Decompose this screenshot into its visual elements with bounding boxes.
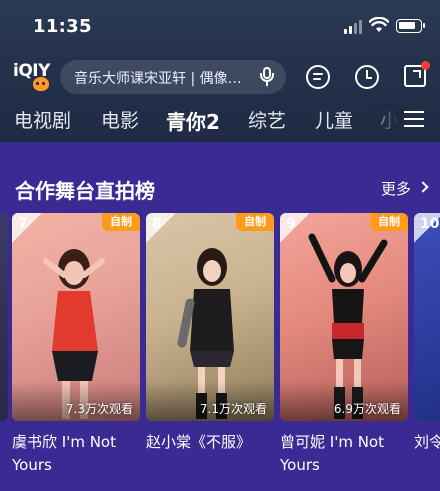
menu-icon[interactable] [404, 111, 424, 127]
notification-dot [421, 61, 430, 70]
chevron-right-icon[interactable] [417, 181, 429, 193]
rank-badge: 9 [280, 213, 310, 243]
search-bar[interactable]: 音乐大师课宋亚轩 | 偶像练习生 [60, 60, 286, 94]
microphone-icon[interactable] [260, 67, 274, 87]
video-thumbnail[interactable]: 8 自制 7.1万次观看 [146, 213, 274, 421]
section-title: 合作舞台直拍榜 [15, 179, 155, 203]
video-card-prev[interactable] [0, 213, 8, 483]
video-card[interactable]: 9 自制 6.9万次观看 曾可妮 I'm Not Yours [280, 213, 408, 483]
iqiyi-logo[interactable]: iQIY [13, 63, 50, 93]
video-title[interactable]: 刘令 [414, 431, 440, 454]
tab-variety[interactable]: 综艺 [248, 106, 286, 133]
video-thumbnail[interactable]: 9 自制 6.9万次观看 [280, 213, 408, 421]
channel-tabs: 电视剧 电影 青你2 综艺 儿童 小 [0, 104, 400, 138]
tab-tv-series[interactable]: 电视剧 [14, 106, 71, 133]
view-count: 7.1万次观看 [199, 402, 267, 416]
tab-movies[interactable]: 电影 [101, 106, 139, 133]
history-clock-icon[interactable] [355, 65, 379, 89]
video-title[interactable]: 曾可妮 I'm Not Yours [280, 431, 408, 477]
original-tag: 自制 [102, 213, 140, 231]
status-bar: 11:35 [0, 0, 440, 50]
search-placeholder: 音乐大师课宋亚轩 | 偶像练习生 [74, 71, 254, 87]
video-card[interactable]: 8 自制 7.1万次观看 赵小棠《不服》 [146, 213, 274, 483]
video-title[interactable]: 虞书欣 I'm Not Yours [12, 431, 140, 477]
view-count: 7.3万次观看 [65, 402, 133, 416]
wifi-icon [369, 17, 389, 32]
video-title[interactable]: 赵小棠《不服》 [146, 431, 274, 454]
original-tag: 自制 [236, 213, 274, 231]
view-count: 6.9万次观看 [333, 402, 401, 416]
video-thumbnail[interactable]: 10 [414, 213, 440, 421]
video-thumbnail[interactable]: 7 自制 7.3万次观看 [12, 213, 140, 421]
original-tag: 自制 [370, 213, 408, 231]
top-header: 11:35 iQIY 音乐大师课宋亚轩 | 偶像练习生 电视剧 电影 青你2 综… [0, 0, 440, 142]
video-card[interactable]: 7 自制 7.3万次观看 虞书欣 I'm Not Yours [12, 213, 140, 483]
tab-youth-with-you-2[interactable]: 青你2 [166, 106, 220, 135]
rank-badge: 7 [12, 213, 42, 243]
tab-kids[interactable]: 儿童 [315, 106, 353, 133]
rank-badge: 8 [146, 213, 176, 243]
mascot-icon [33, 77, 49, 91]
more-link[interactable]: 更多 [381, 178, 411, 199]
status-time: 11:35 [33, 16, 92, 37]
rank-badge: 10 [414, 213, 440, 243]
battery-icon [396, 19, 425, 33]
signal-icon [344, 20, 364, 34]
video-card[interactable]: 10 刘令 [414, 213, 440, 483]
message-icon[interactable] [306, 65, 330, 89]
